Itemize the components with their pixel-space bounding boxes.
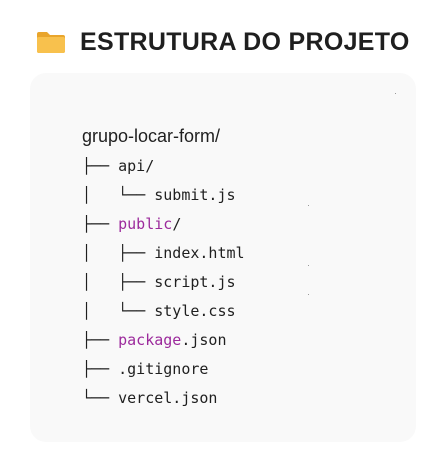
tree-item-keyword: package (118, 331, 182, 349)
tree-item: ├── public/ (82, 210, 245, 239)
file-tree: grupo-locar-form/ ├── api/│ └── submit.j… (82, 122, 245, 413)
folder-icon (36, 30, 66, 54)
tree-item-label: submit.js (154, 186, 236, 204)
tree-item: │ ├── script.js (82, 268, 245, 297)
tree-branch: │ ├── (82, 244, 155, 262)
decorative-dot (308, 294, 309, 295)
page-header: ESTRUTURA DO PROJETO (36, 22, 410, 62)
tree-branch: ├── (82, 157, 119, 175)
tree-item-label: api/ (118, 157, 155, 175)
tree-branch: │ └── (82, 302, 155, 320)
tree-root: grupo-locar-form/ (82, 126, 221, 146)
tree-item: ├── api/ (82, 152, 245, 181)
tree-branch: └── (82, 389, 119, 407)
tree-branch: │ └── (82, 186, 155, 204)
tree-branch: ├── (82, 360, 119, 378)
tree-item-label: index.html (154, 244, 245, 262)
tree-item-keyword: public (118, 215, 173, 233)
decorative-dot (308, 205, 309, 206)
tree-item: ├── .gitignore (82, 355, 245, 384)
tree-item-label: style.css (154, 302, 236, 320)
tree-item-label: .gitignore (118, 360, 209, 378)
tree-branch: ├── (82, 215, 119, 233)
tree-branch: ├── (82, 331, 119, 349)
tree-item-label: .json (181, 331, 227, 349)
tree-branch: │ ├── (82, 273, 155, 291)
decorative-dot (308, 265, 309, 266)
code-block: grupo-locar-form/ ├── api/│ └── submit.j… (30, 73, 416, 442)
tree-item-label: / (172, 215, 182, 233)
tree-item: ├── package.json (82, 326, 245, 355)
decorative-dot (395, 93, 396, 94)
tree-item: │ └── submit.js (82, 181, 245, 210)
tree-item: └── vercel.json (82, 384, 245, 413)
tree-item: │ └── style.css (82, 297, 245, 326)
tree-item-label: script.js (154, 273, 236, 291)
tree-item-label: vercel.json (118, 389, 218, 407)
page-title: ESTRUTURA DO PROJETO (80, 27, 410, 56)
tree-item: │ ├── index.html (82, 239, 245, 268)
